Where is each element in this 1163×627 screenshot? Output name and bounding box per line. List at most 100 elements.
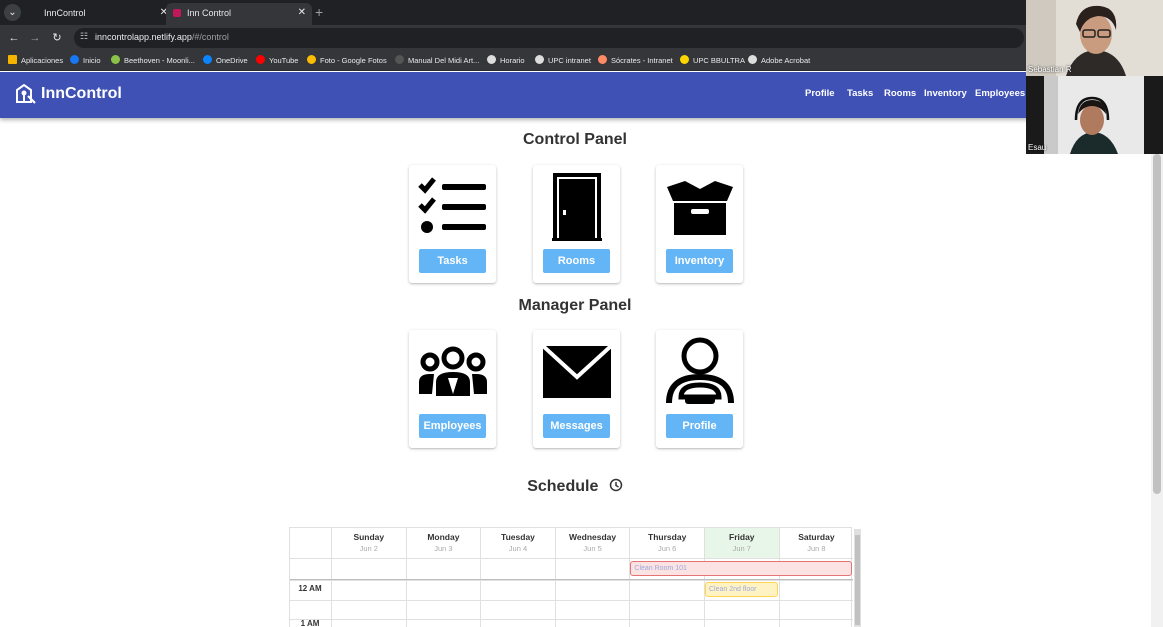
- checklist-icon: [409, 171, 496, 243]
- bookmark-item[interactable]: OneDrive: [203, 54, 248, 68]
- bookmark-item[interactable]: Aplicaciones: [8, 54, 63, 68]
- day-date: Jun 3: [434, 544, 453, 553]
- employees-card: Employees: [409, 330, 496, 448]
- browser-tab-strip: ⌄ InnControl ✕ Inn Control ✕ +: [0, 0, 1163, 25]
- person-icon: [598, 55, 607, 64]
- pinwheel-icon: [307, 55, 316, 64]
- bookmark-label: Sócrates - Intranet: [611, 56, 673, 65]
- app-header: InnControl Profile Tasks Rooms Inventory…: [0, 72, 1163, 118]
- user-icon: [656, 336, 743, 408]
- day-column-divider: [405, 558, 407, 627]
- browser-tab[interactable]: InnControl ✕: [28, 3, 174, 25]
- rooms-card: Rooms: [533, 165, 620, 283]
- day-date: Jun 7: [732, 544, 751, 553]
- new-tab-icon[interactable]: +: [315, 3, 323, 21]
- employees-button[interactable]: Employees: [419, 414, 486, 438]
- bookmark-label: Aplicaciones: [21, 56, 64, 65]
- bookmark-item[interactable]: YouTube: [256, 54, 298, 68]
- nav-inventory[interactable]: Inventory: [924, 88, 967, 99]
- calendar-event[interactable]: Clean 2nd floor: [705, 582, 778, 597]
- inventory-button[interactable]: Inventory: [666, 249, 733, 273]
- back-icon[interactable]: ←: [6, 29, 22, 47]
- calendar-event[interactable]: Clean Room 101: [630, 561, 853, 576]
- time-label: 1 AM: [300, 619, 320, 627]
- box-icon: [656, 171, 743, 243]
- favicon-icon: [173, 9, 181, 17]
- calendar-scrollbar[interactable]: [854, 529, 861, 627]
- bookmark-label: Horario: [500, 56, 525, 65]
- day-date: Jun 5: [583, 544, 602, 553]
- reload-icon[interactable]: ↻: [49, 29, 65, 47]
- day-header-friday[interactable]: Friday Jun 7: [704, 528, 779, 558]
- bookmark-label: YouTube: [269, 56, 299, 65]
- clock-icon[interactable]: [609, 478, 623, 492]
- youtube-icon: [256, 55, 265, 64]
- bookmark-item[interactable]: Beethoven - Moonli...: [111, 54, 195, 68]
- globe-icon: [535, 55, 544, 64]
- bookmark-label: UPC intranet: [548, 56, 591, 65]
- bookmark-item[interactable]: Manual Del Midi Art...: [395, 54, 479, 68]
- address-bar[interactable]: ☷ inncontrolapp.netlify.app/#/control: [74, 28, 1024, 48]
- envelope-icon: [533, 336, 620, 408]
- nav-rooms[interactable]: Rooms: [884, 88, 916, 99]
- messages-button[interactable]: Messages: [543, 414, 610, 438]
- video-tile-esau: Esau: [1026, 76, 1163, 154]
- bookmark-item[interactable]: UPC intranet: [535, 54, 591, 68]
- tab-title: Inn Control: [187, 8, 232, 18]
- day-header-saturday[interactable]: Saturday Jun 8: [778, 528, 854, 558]
- url-path: /#/control: [191, 32, 229, 42]
- bookmark-item[interactable]: Foto - Google Fotos: [307, 54, 387, 68]
- day-name: Tuesday: [501, 532, 535, 542]
- day-name: Saturday: [798, 532, 835, 542]
- time-row-line: [290, 600, 853, 601]
- day-column-divider: [554, 558, 556, 627]
- day-name: Wednesday: [569, 532, 617, 542]
- bookmark-item[interactable]: Adobe Acrobat: [748, 54, 810, 68]
- bookmark-label: Adobe Acrobat: [761, 56, 811, 65]
- time-label: 12 AM: [298, 584, 322, 593]
- bookmark-item[interactable]: UPC BBULTRA: [680, 54, 745, 68]
- nav-tasks[interactable]: Tasks: [847, 88, 873, 99]
- close-tab-icon[interactable]: ✕: [298, 3, 306, 23]
- bookmark-label: Foto - Google Fotos: [320, 56, 387, 65]
- day-date: Jun 2: [359, 544, 378, 553]
- browser-tab-active[interactable]: Inn Control ✕: [166, 3, 312, 25]
- bookmark-item[interactable]: Inicio: [70, 54, 101, 68]
- day-header-sunday[interactable]: Sunday Jun 2: [331, 528, 406, 558]
- day-header-thursday[interactable]: Thursday Jun 6: [629, 528, 704, 558]
- bookmarks-bar: Aplicaciones Inicio Beethoven - Moonli... O…: [0, 51, 1163, 71]
- messages-card: Messages: [533, 330, 620, 448]
- day-header-tuesday[interactable]: Tuesday Jun 4: [480, 528, 555, 558]
- doc-icon: [395, 55, 404, 64]
- day-header-wednesday[interactable]: Wednesday Jun 5: [554, 528, 630, 558]
- bookmark-label: Manual Del Midi Art...: [408, 56, 480, 65]
- page-scrollbar[interactable]: [1151, 118, 1163, 627]
- app-page: InnControl Profile Tasks Rooms Inventory…: [0, 72, 1163, 627]
- calendar-scroll-thumb[interactable]: [855, 535, 860, 625]
- time-row-line: [290, 619, 853, 620]
- tab-title: InnControl: [44, 8, 86, 18]
- screen: ⌄ InnControl ✕ Inn Control ✕ + ← → ↻ ☷ i…: [0, 0, 1163, 627]
- globe-icon: [748, 55, 757, 64]
- forward-icon[interactable]: →: [27, 29, 43, 47]
- page-scroll-thumb[interactable]: [1153, 154, 1161, 494]
- day-column-divider: [480, 558, 482, 627]
- site-info-icon[interactable]: ☷: [80, 31, 88, 42]
- facebook-icon: [70, 55, 79, 64]
- door-icon: [533, 171, 620, 243]
- tasks-button[interactable]: Tasks: [419, 249, 486, 273]
- nav-employees[interactable]: Employees: [975, 88, 1025, 99]
- bookmark-item[interactable]: Horario: [487, 54, 525, 68]
- rooms-button[interactable]: Rooms: [543, 249, 610, 273]
- globe-icon: [487, 55, 496, 64]
- bookmark-item[interactable]: Sócrates - Intranet: [598, 54, 673, 68]
- day-name: Monday: [427, 532, 460, 542]
- time-row-line: [290, 558, 853, 559]
- day-header-monday[interactable]: Monday Jun 3: [405, 528, 481, 558]
- upc-icon: [680, 55, 689, 64]
- day-name: Thursday: [648, 532, 687, 542]
- nav-profile[interactable]: Profile: [805, 88, 835, 99]
- time-row-line: [290, 580, 853, 581]
- profile-button[interactable]: Profile: [666, 414, 733, 438]
- tab-search-icon[interactable]: ⌄: [4, 4, 21, 21]
